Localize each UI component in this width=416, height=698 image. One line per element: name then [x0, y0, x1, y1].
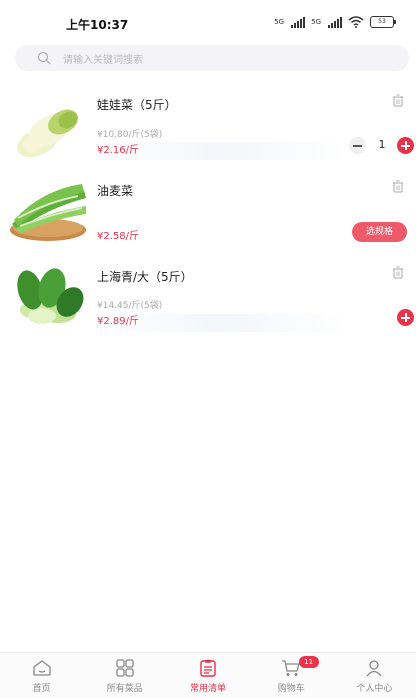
product-item[interactable]: 娃娃菜（5斤） ¥10.80/斤(5袋) ¥2.16/斤 1 — [0, 90, 416, 170]
delete-icon[interactable] — [392, 180, 404, 193]
product-name: 娃娃菜（5斤） — [97, 98, 177, 112]
signal-1-icon — [291, 16, 306, 28]
add-button[interactable] — [397, 137, 414, 154]
tab-label: 常用清单 — [190, 684, 227, 694]
tab-profile[interactable]: 个人中心 — [333, 653, 416, 698]
decrease-button[interactable] — [349, 137, 366, 154]
product-item[interactable]: 油麦菜 ¥2.58/斤 选规格 — [0, 176, 416, 256]
product-price: ¥2.89/斤 — [97, 316, 139, 327]
user-icon — [366, 660, 382, 677]
signal-2-label: 5G — [311, 18, 321, 26]
product-name: 油麦菜 — [97, 184, 134, 198]
signal-2-icon — [328, 16, 342, 28]
select-spec-button[interactable]: 选规格 — [352, 222, 407, 242]
tab-label: 所有菜品 — [106, 684, 143, 694]
search-icon — [37, 51, 51, 65]
cart-count-badge: 11 — [298, 656, 319, 668]
product-unit-price: ¥10.80/斤(5袋) — [97, 130, 163, 140]
status-time: 上午10:37 — [66, 18, 129, 32]
product-image-leaf-lettuce — [10, 184, 86, 241]
tab-label: 购物车 — [277, 684, 305, 694]
clipboard-icon — [200, 659, 216, 677]
tab-label: 首页 — [32, 684, 51, 694]
product-image-bok-choy — [17, 268, 84, 324]
status-bar: 上午10:37 5G 5G 53 — [0, 0, 416, 44]
tab-cart[interactable]: 11 购物车 — [250, 653, 333, 698]
tab-label: 个人中心 — [356, 684, 393, 694]
product-image-napa-cabbage — [17, 109, 78, 158]
bottom-tab-bar: 首页 所有菜品 常用清单 11 购物车 个人中心 — [0, 652, 416, 698]
product-unit-price: ¥14.45/斤(5袋) — [97, 301, 163, 311]
tab-frequent-list[interactable]: 常用清单 — [166, 653, 249, 698]
tab-home[interactable]: 首页 — [0, 653, 83, 698]
battery-icon: 53 — [370, 16, 396, 28]
home-icon — [32, 660, 51, 676]
product-price: ¥2.58/斤 — [97, 231, 139, 242]
wifi-icon — [348, 16, 364, 28]
status-icons: 5G 5G 53 — [274, 16, 396, 28]
grid-icon — [116, 659, 134, 677]
delete-icon[interactable] — [392, 94, 404, 107]
product-name: 上海青/大（5斤） — [97, 270, 193, 284]
signal-1-label: 5G — [274, 18, 285, 26]
quantity-value: 1 — [378, 138, 386, 151]
delete-icon[interactable] — [392, 266, 404, 279]
product-price: ¥2.16/斤 — [97, 145, 139, 156]
tab-all-dishes[interactable]: 所有菜品 — [83, 653, 166, 698]
add-button[interactable] — [397, 309, 414, 326]
product-item[interactable]: 上海青/大（5斤） ¥14.45/斤(5袋) ¥2.89/斤 — [0, 262, 416, 342]
search-placeholder: 请输入关键词搜索 — [63, 54, 143, 66]
search-input[interactable]: 请输入关键词搜索 — [15, 45, 409, 71]
